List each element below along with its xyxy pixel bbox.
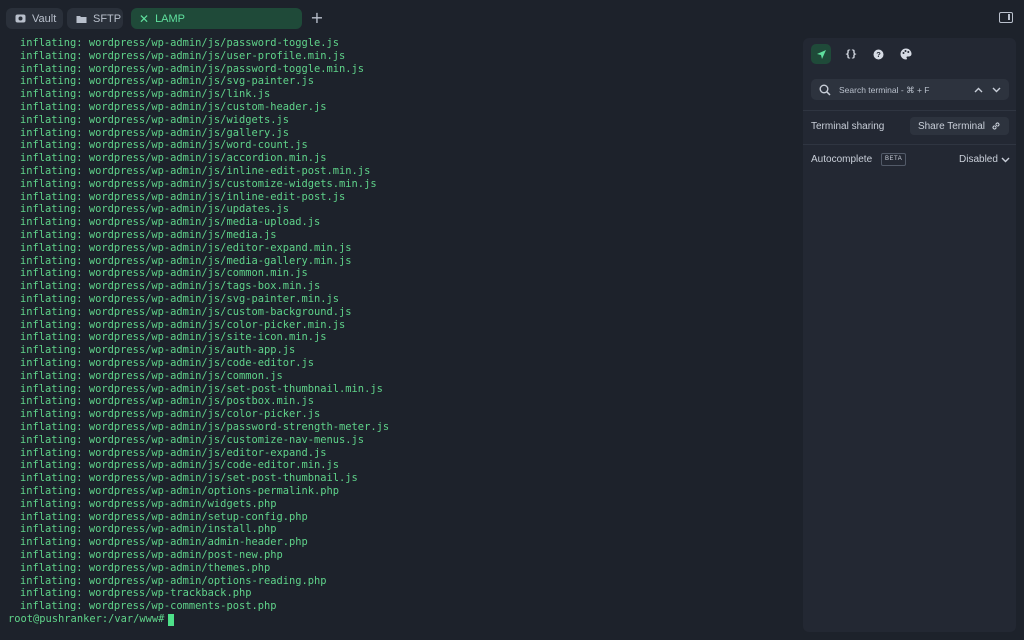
tab-label: LAMP — [155, 12, 186, 25]
terminal-line: inflating: wordpress/wp-admin/js/customi… — [20, 433, 365, 446]
terminal-sharing-label: Terminal sharing — [811, 121, 885, 132]
side-panel: {} ? Terminal sharing Share Terminal Aut… — [803, 38, 1016, 632]
terminal-line: inflating: wordpress/wp-admin/js/media-g… — [20, 254, 352, 267]
terminal-line: inflating: wordpress/wp-admin/options-re… — [20, 574, 327, 587]
terminal-line: inflating: wordpress/wp-admin/js/editor-… — [20, 241, 352, 254]
beta-badge: BETA — [881, 153, 907, 166]
tab-label: SFTP — [93, 12, 122, 25]
search-icon — [817, 82, 833, 98]
terminal-line: inflating: wordpress/wp-admin/js/svg-pai… — [20, 75, 315, 88]
sidebar-toggle-icon[interactable] — [999, 12, 1013, 23]
send-icon[interactable] — [811, 44, 831, 64]
terminal-line: inflating: wordpress/wp-admin/js/passwor… — [20, 421, 390, 433]
terminal-line: inflating: wordpress/wp-admin/js/inline-… — [20, 165, 371, 177]
link-icon — [991, 121, 1001, 131]
autocomplete-label: Autocomplete — [811, 154, 873, 165]
folder-icon — [75, 13, 87, 25]
terminal-prompt: root@pushranker:/var/www# — [8, 613, 165, 625]
terminal-prompt-line: root@pushranker:/var/www# — [8, 613, 175, 626]
tab-label: Vault — [32, 12, 57, 25]
terminal-line: inflating: wordpress/wp-admin/js/tags-bo… — [20, 280, 321, 293]
add-tab-button[interactable]: + — [309, 9, 325, 27]
terminal-line: inflating: wordpress/wp-admin/js/code-ed… — [20, 357, 315, 369]
chevron-down-icon[interactable] — [989, 83, 1003, 97]
terminal-line: inflating: wordpress/wp-admin/js/customi… — [20, 177, 377, 190]
terminal-output[interactable]: inflating: wordpress/wp-admin/js/passwor… — [0, 36, 800, 636]
terminal-line: inflating: wordpress/wp-admin/js/inline-… — [20, 190, 346, 203]
terminal-line: inflating: wordpress/wp-admin/js/updates… — [20, 203, 289, 216]
tab-lamp[interactable]: ✕ LAMP — [131, 8, 302, 29]
terminal-line: inflating: wordpress/wp-admin/setup-conf… — [20, 510, 308, 523]
terminal-line: inflating: wordpress/wp-admin/js/common.… — [20, 369, 283, 382]
terminal-line: inflating: wordpress/wp-admin/js/set-pos… — [20, 382, 383, 395]
terminal-line: inflating: wordpress/wp-admin/js/editor-… — [20, 446, 327, 459]
terminal-line: inflating: wordpress/wp-trackback.php — [20, 587, 252, 600]
terminal-line: inflating: wordpress/wp-admin/js/postbox… — [20, 395, 315, 408]
terminal-line: inflating: wordpress/wp-admin/js/auth-ap… — [20, 344, 296, 357]
terminal-line: inflating: wordpress/wp-admin/js/passwor… — [20, 62, 365, 75]
svg-text:?: ? — [876, 50, 881, 59]
terminal-line: inflating: wordpress/wp-admin/js/accordi… — [20, 152, 327, 165]
terminal-line: inflating: wordpress/wp-admin/options-pe… — [20, 485, 340, 497]
terminal-line: inflating: wordpress/wp-admin/js/custom-… — [20, 101, 327, 113]
search-terminal[interactable] — [811, 79, 1009, 100]
braces-icon[interactable]: {} — [841, 44, 861, 64]
chevron-down-icon — [1001, 155, 1010, 164]
terminal-line: inflating: wordpress/wp-admin/themes.php — [20, 561, 271, 574]
terminal-line: inflating: wordpress/wp-comments-post.ph… — [20, 600, 277, 613]
tab-sftp[interactable]: SFTP — [67, 8, 123, 29]
terminal-line: inflating: wordpress/wp-admin/js/passwor… — [20, 37, 340, 49]
share-terminal-label: Share Terminal — [917, 120, 986, 132]
terminal-line: inflating: wordpress/wp-admin/js/user-pr… — [20, 49, 346, 62]
tab-bar: Vault SFTP ✕ LAMP + — [0, 0, 1024, 36]
terminal-line: inflating: wordpress/wp-admin/js/common.… — [20, 267, 308, 280]
autocomplete-value: Disabled — [959, 153, 998, 165]
chevron-up-icon[interactable] — [971, 83, 985, 97]
terminal-line: inflating: wordpress/wp-admin/js/svg-pai… — [20, 293, 340, 305]
divider — [803, 144, 1016, 145]
terminal-line: inflating: wordpress/wp-admin/post-new.p… — [20, 549, 283, 561]
terminal-line: inflating: wordpress/wp-admin/admin-head… — [20, 536, 308, 549]
palette-icon[interactable] — [896, 44, 916, 64]
terminal-line: inflating: wordpress/wp-admin/js/word-co… — [20, 139, 308, 152]
autocomplete-dropdown[interactable]: Disabled — [959, 152, 1010, 166]
terminal-line: inflating: wordpress/wp-admin/js/site-ic… — [20, 331, 327, 344]
terminal-line: inflating: wordpress/wp-admin/js/widgets… — [20, 113, 289, 126]
terminal-line: inflating: wordpress/wp-admin/install.ph… — [20, 523, 277, 536]
terminal-line: inflating: wordpress/wp-admin/js/custom-… — [20, 305, 352, 318]
terminal-line: inflating: wordpress/wp-admin/js/color-p… — [20, 408, 321, 421]
terminal-line: inflating: wordpress/wp-admin/js/media-u… — [20, 216, 321, 229]
terminal-line: inflating: wordpress/wp-admin/js/color-p… — [20, 318, 346, 331]
terminal-line: inflating: wordpress/wp-admin/js/gallery… — [20, 126, 289, 139]
terminal-line: inflating: wordpress/wp-admin/js/link.js — [20, 88, 271, 101]
tab-vault[interactable]: Vault — [6, 8, 63, 29]
terminal-cursor — [168, 613, 175, 626]
terminal-line: inflating: wordpress/wp-admin/js/set-pos… — [20, 472, 358, 485]
help-icon[interactable]: ? — [868, 44, 888, 64]
share-terminal-button[interactable]: Share Terminal — [910, 117, 1009, 135]
terminal-line: inflating: wordpress/wp-admin/widgets.ph… — [20, 497, 277, 510]
terminal-line: inflating: wordpress/wp-admin/js/media.j… — [20, 229, 277, 241]
divider — [803, 110, 1016, 111]
search-input[interactable] — [839, 84, 967, 95]
terminal-line: inflating: wordpress/wp-admin/js/code-ed… — [20, 459, 340, 472]
vault-icon — [14, 13, 26, 25]
close-icon[interactable]: ✕ — [139, 12, 149, 26]
